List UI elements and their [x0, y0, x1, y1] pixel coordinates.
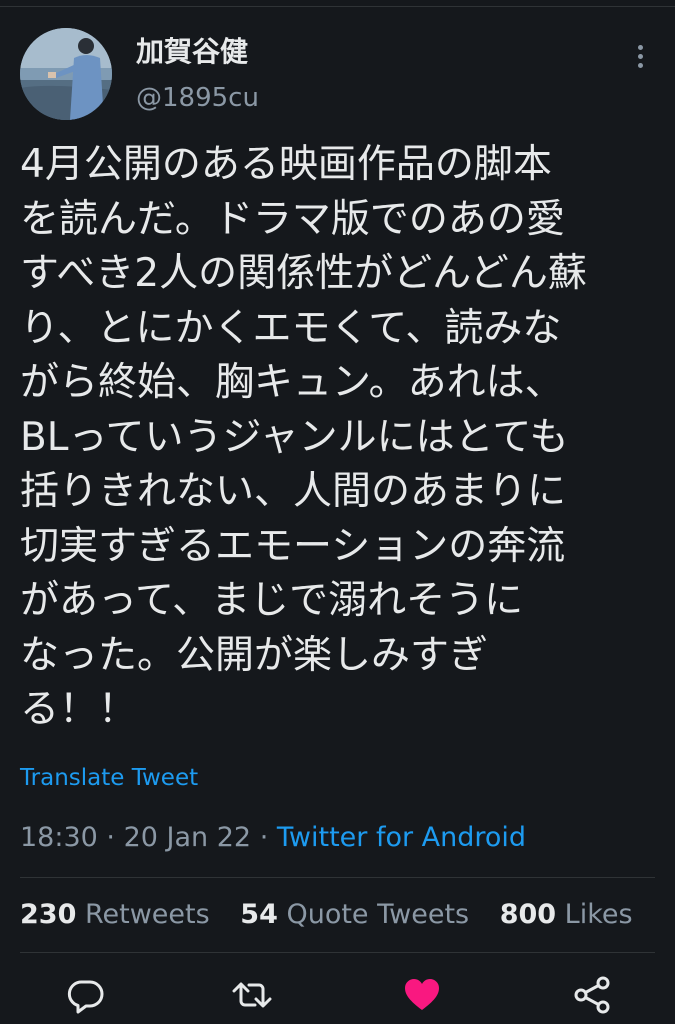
- tweet-line: を読んだ。ドラマ版でのあの愛: [20, 196, 565, 242]
- avatar-photo: [20, 28, 112, 120]
- quote-tweets-stat[interactable]: 54 Quote Tweets: [240, 899, 469, 930]
- tweet-line: る！！: [20, 687, 138, 732]
- tweet-line: があって、まじで溺れそうに: [20, 578, 524, 623]
- likes-label: Likes: [564, 899, 633, 930]
- tweet-metadata: 18:30 · 20 Jan 22 · Twitter for Android: [20, 818, 526, 858]
- divider: [20, 952, 655, 953]
- retweet-button[interactable]: [230, 973, 274, 1017]
- tweet-line: 括りきれない、人間のあまりに: [20, 469, 567, 514]
- top-divider: [0, 6, 675, 7]
- meta-separator: ·: [259, 822, 269, 853]
- likes-stat[interactable]: 800 Likes: [500, 899, 633, 930]
- reply-button[interactable]: [64, 973, 108, 1017]
- tweet-line: なった。公開が楽しみすぎ: [20, 632, 489, 678]
- tweet-stats: 230 Retweets 54 Quote Tweets 800 Likes: [20, 895, 655, 935]
- action-bar: [0, 965, 675, 1024]
- share-button[interactable]: [570, 973, 614, 1017]
- like-button[interactable]: [400, 973, 444, 1017]
- translate-tweet-link[interactable]: Translate Tweet: [20, 762, 198, 794]
- heart-icon: [405, 979, 439, 1010]
- tweet-line: 4月公開のある映画作品の脚本: [20, 142, 552, 187]
- avatar[interactable]: [20, 28, 112, 120]
- retweets-count: 230: [20, 899, 77, 930]
- quotes-label: Quote Tweets: [286, 899, 470, 930]
- user-handle[interactable]: @1895cu: [136, 80, 259, 116]
- tweet-line: 切実すぎるエモーションの奔流: [20, 523, 566, 569]
- more-options-icon[interactable]: [620, 40, 660, 74]
- tweet-line: すべき2人の関係性がどんどん蘇: [20, 251, 587, 296]
- display-name[interactable]: 加賀谷健: [136, 32, 248, 72]
- likes-count: 800: [499, 899, 557, 930]
- tweet-date: 20 Jan 22: [123, 822, 252, 853]
- retweets-stat[interactable]: 230 Retweets: [20, 899, 210, 930]
- tweet-line: り、とにかくエモくて、読みな: [20, 305, 562, 351]
- divider: [20, 877, 655, 878]
- reply-icon: [67, 980, 104, 1014]
- tweet-line: BLっていうジャンルにはとても: [20, 414, 569, 460]
- retweets-label: Retweets: [84, 899, 210, 930]
- tweet-source-link[interactable]: Twitter for Android: [277, 822, 526, 853]
- retweet-icon: [232, 982, 272, 1008]
- tweet-text: 4月公開のある映画作品の脚本 を読んだ。ドラマ版でのあの愛 すべき2人の関係性が…: [20, 138, 660, 738]
- tweet-time: 18:30: [20, 822, 98, 853]
- quotes-count: 54: [240, 899, 278, 930]
- tweet-line: がら終始、胸キュン。あれは、: [20, 360, 564, 405]
- share-icon: [574, 976, 610, 1014]
- meta-separator: ·: [106, 822, 115, 853]
